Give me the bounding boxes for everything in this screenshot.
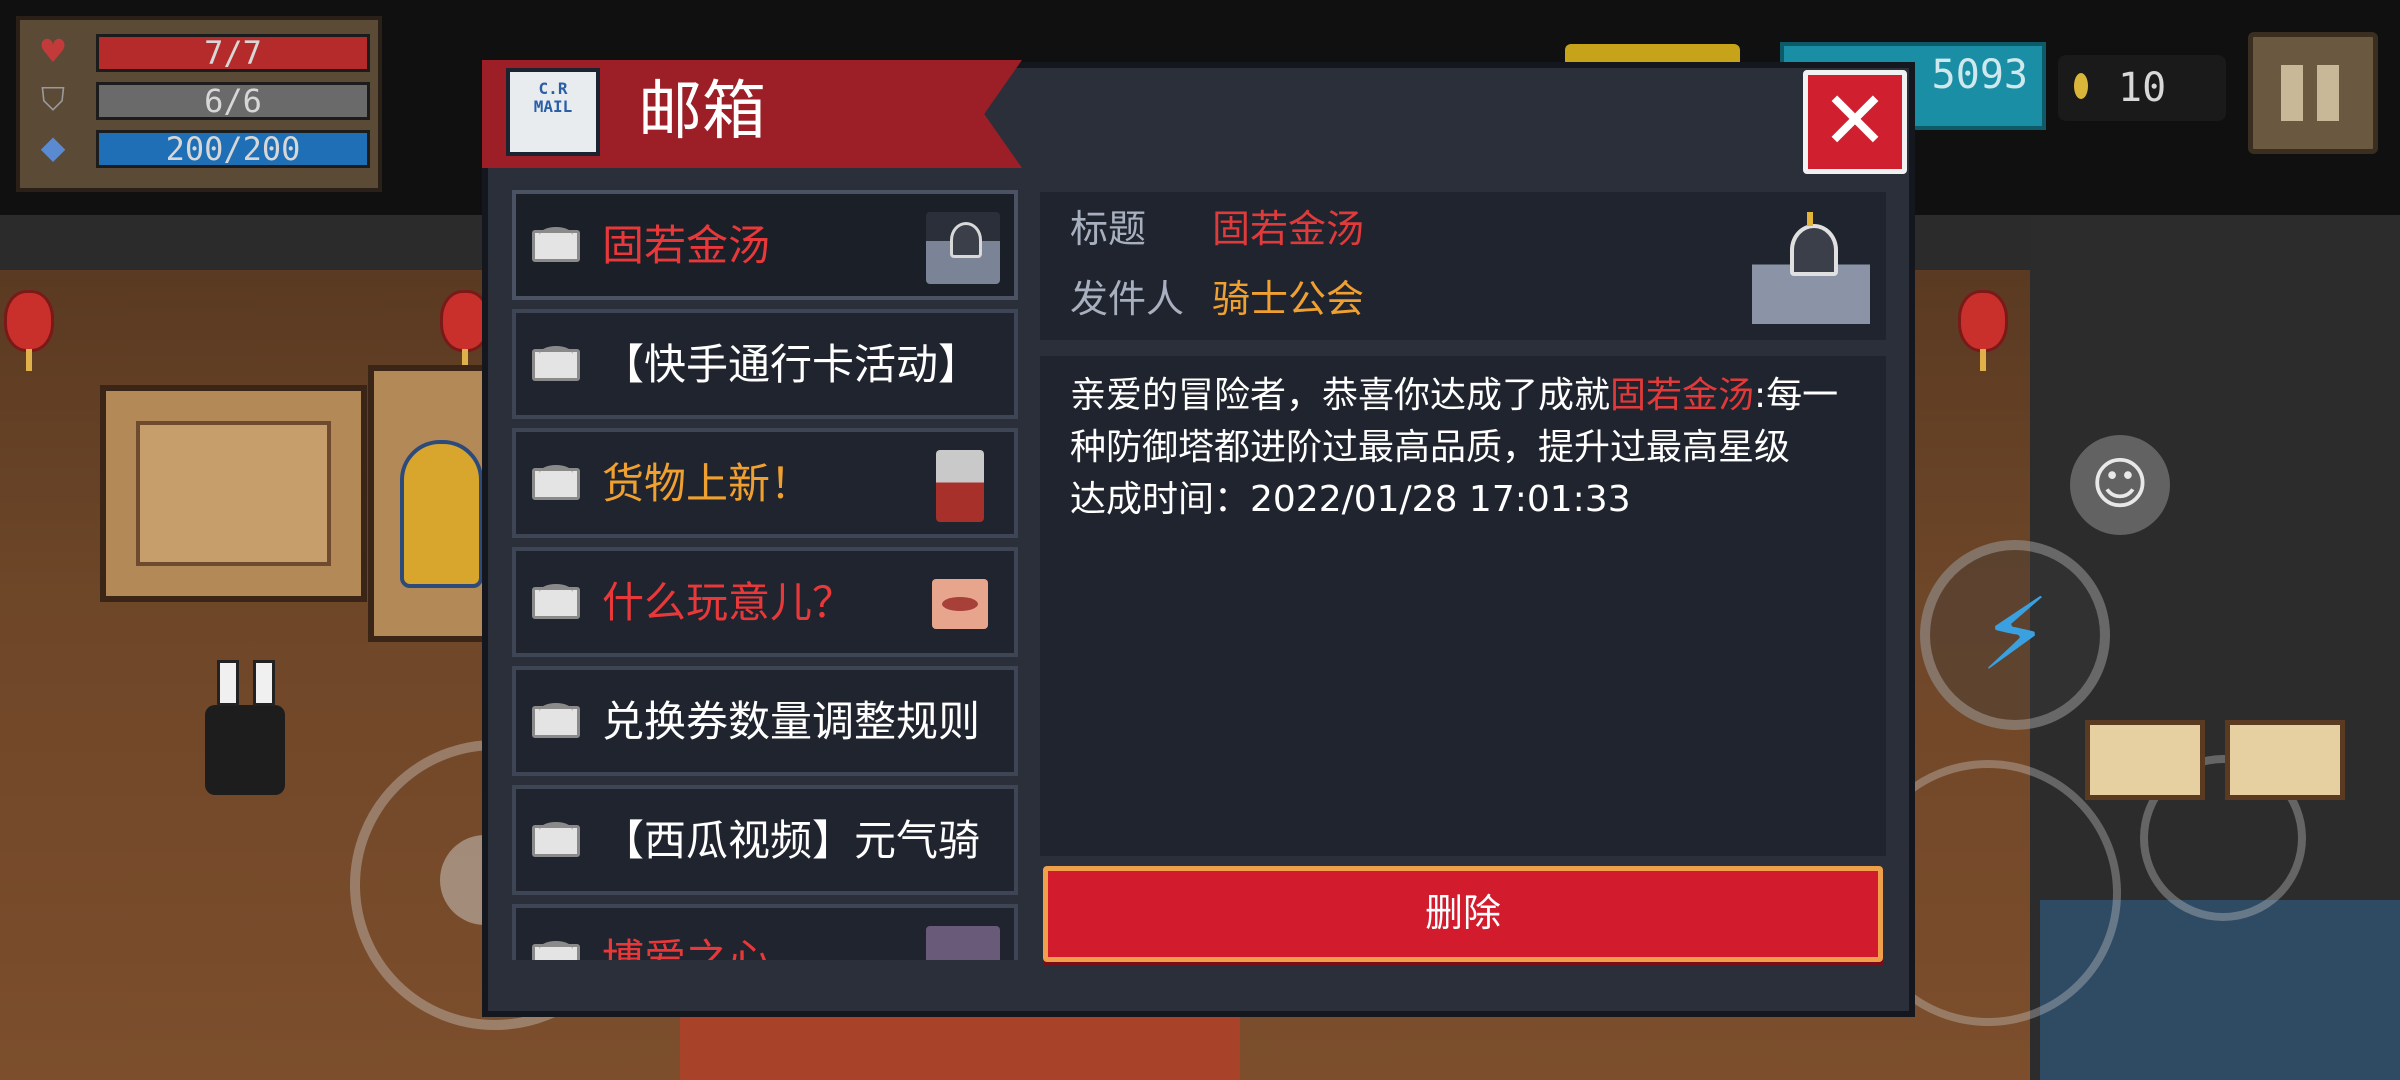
- hp-value: 7/7: [96, 34, 370, 72]
- skill-button[interactable]: ⚡: [1920, 540, 2110, 730]
- envelope-icon: [532, 822, 580, 857]
- coin-count: 10: [2118, 65, 2167, 111]
- close-button[interactable]: ✕: [1803, 70, 1907, 174]
- mail-body-text: 亲爱的冒险者，恭喜你达成了成就固若金汤:每一种防御塔都进阶过最高品质，提升过最高…: [1070, 370, 1870, 526]
- knight-guild-avatar-icon: [1752, 212, 1870, 324]
- lightning-icon: ⚡: [1979, 576, 2051, 693]
- pause-button[interactable]: [2248, 32, 2378, 154]
- mail-item[interactable]: 什么玩意儿？: [512, 547, 1018, 657]
- ornate-cabinet: [100, 385, 367, 602]
- player-stats-panel: ♥ 7/7 ⛉ 6/6 ◆ 200/200: [16, 16, 382, 192]
- shield-icon: ⛉: [40, 80, 65, 118]
- merchant-sender-icon: [936, 450, 984, 522]
- energy-row: ◆ 200/200: [30, 126, 370, 168]
- mail-item-label: 固若金汤: [602, 221, 771, 270]
- mail-item-label: 什么玩意儿？: [602, 578, 855, 627]
- lips-sender-icon: [932, 579, 988, 629]
- shop-sign: [2085, 720, 2205, 800]
- title-value: 固若金汤: [1212, 207, 1365, 251]
- gem-count: 5093: [1931, 52, 2028, 98]
- energy-value: 200/200: [96, 130, 370, 168]
- envelope-icon: [532, 227, 580, 262]
- dialog-title: 邮箱: [638, 75, 766, 149]
- mail-item-label: 兑换券数量调整规则: [602, 697, 981, 746]
- mail-item[interactable]: 【西瓜视频】元气骑: [512, 785, 1018, 895]
- mail-logo-icon: C.R MAIL: [506, 68, 600, 156]
- delete-button[interactable]: 删除: [1043, 866, 1883, 962]
- shop-sign: [2225, 720, 2345, 800]
- bunny-npc-icon[interactable]: [205, 660, 285, 795]
- heart-icon: ♥: [38, 32, 68, 70]
- mail-item-label: 【快手通行卡活动】: [602, 340, 981, 389]
- mail-item[interactable]: 固若金汤: [512, 190, 1018, 300]
- emote-button[interactable]: ☺: [2070, 435, 2170, 535]
- sender-key: 发件人: [1070, 277, 1185, 321]
- achieve-time: 达成时间：2022/01/28 17:01:33: [1070, 479, 1631, 520]
- armor-value: 6/6: [96, 82, 370, 120]
- mail-item[interactable]: 兑换券数量调整规则: [512, 666, 1018, 776]
- sender-value: 骑士公会: [1212, 277, 1365, 321]
- mail-list[interactable]: 固若金汤【快手通行卡活动】 货物上新！ 什么玩意儿？ 兑换券数量调整规则 【西瓜视频】元…: [512, 190, 1018, 960]
- pharaoh-statue-icon: [400, 440, 483, 588]
- envelope-icon: [532, 346, 580, 381]
- mail-item-label: 博爱之心: [602, 935, 771, 960]
- char-sender-icon: [926, 926, 1000, 960]
- pause-icon: [2281, 65, 2303, 121]
- coin-counter: 10: [2058, 55, 2226, 121]
- guild-sender-icon: [926, 212, 1000, 284]
- envelope-icon: [532, 465, 580, 500]
- lantern-icon: [1958, 290, 2008, 371]
- npc-group: [680, 1010, 1240, 1080]
- envelope-icon: [532, 941, 580, 960]
- body-achievement: 固若金汤: [1610, 375, 1755, 416]
- mail-item-label: 【西瓜视频】元气骑: [602, 816, 981, 865]
- mail-item[interactable]: 货物上新！: [512, 428, 1018, 538]
- armor-row: ⛉ 6/6: [30, 78, 370, 120]
- body-prefix: 亲爱的冒险者，恭喜你达成了成就: [1070, 375, 1611, 416]
- energy-gem-icon: ◆: [40, 128, 66, 166]
- envelope-icon: [532, 703, 580, 738]
- envelope-icon: [532, 584, 580, 619]
- coin-icon: [2074, 73, 2088, 99]
- mail-item[interactable]: 博爱之心: [512, 904, 1018, 960]
- lantern-icon: [4, 290, 54, 371]
- mail-item[interactable]: 【快手通行卡活动】: [512, 309, 1018, 419]
- mail-body: 亲爱的冒险者，恭喜你达成了成就固若金汤:每一种防御塔都进阶过最高品质，提升过最高…: [1040, 356, 1886, 856]
- title-key: 标题: [1070, 207, 1147, 251]
- game-scene: ♥ 7/7 ⛉ 6/6 ◆ 200/200 5093 10 ☺ ⚡ C.R MA…: [0, 0, 2400, 1080]
- hp-row: ♥ 7/7: [30, 30, 370, 72]
- mail-logo-text: C.R MAIL: [533, 79, 573, 116]
- mail-item-label: 货物上新！: [602, 459, 813, 508]
